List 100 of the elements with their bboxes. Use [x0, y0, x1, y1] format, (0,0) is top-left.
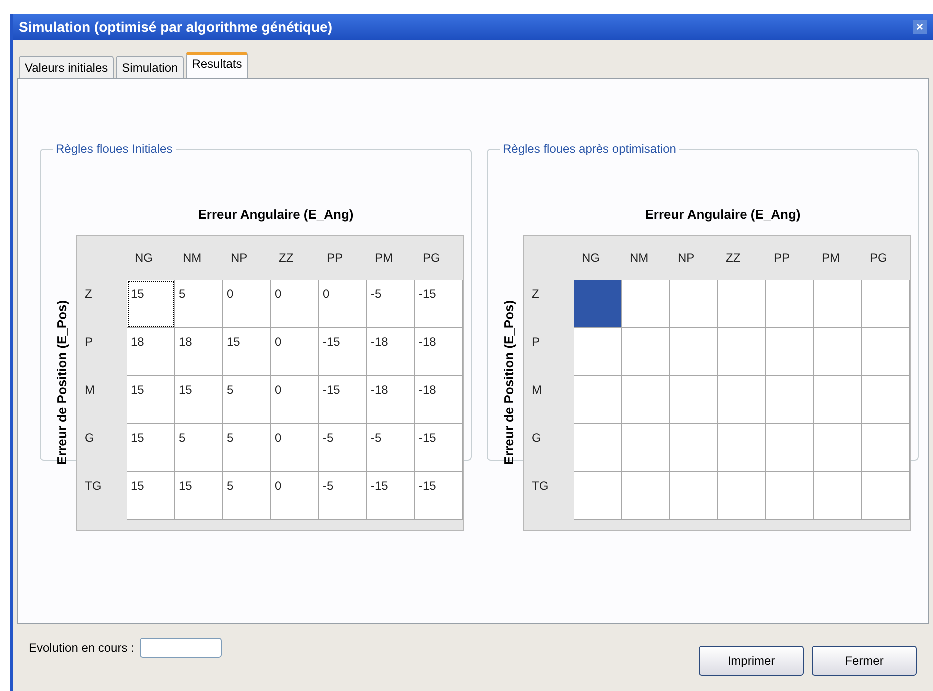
- table-cell[interactable]: [718, 280, 766, 328]
- table-cell[interactable]: [574, 472, 622, 520]
- table-cell[interactable]: [622, 424, 670, 472]
- table-cell[interactable]: -18: [367, 376, 415, 424]
- table-cell[interactable]: [718, 328, 766, 376]
- table-cell[interactable]: 5: [175, 424, 223, 472]
- table-cell[interactable]: [670, 376, 718, 424]
- table-cell[interactable]: 0: [271, 424, 319, 472]
- column-header: NM: [182, 250, 203, 266]
- table-cell[interactable]: 5: [223, 472, 271, 520]
- group-title: Règles floues Initiales: [53, 141, 176, 157]
- table-cell[interactable]: 15: [175, 472, 223, 520]
- row-header: TG: [84, 478, 103, 494]
- table-cell[interactable]: [766, 472, 814, 520]
- table-cell[interactable]: [622, 472, 670, 520]
- table-cell[interactable]: 0: [223, 280, 271, 328]
- table-cell[interactable]: 0: [271, 280, 319, 328]
- row-header: M: [84, 382, 96, 398]
- table-cell[interactable]: [766, 376, 814, 424]
- column-header: NG: [134, 250, 154, 266]
- axis-label: Erreur de Position (E_Pos): [500, 300, 518, 465]
- table-cell[interactable]: [862, 376, 910, 424]
- table-cell[interactable]: -15: [415, 424, 463, 472]
- table-cell[interactable]: [718, 424, 766, 472]
- row-header: P: [84, 334, 94, 350]
- table-cell[interactable]: [622, 280, 670, 328]
- column-header: PG: [422, 250, 442, 266]
- column-header: NP: [230, 250, 249, 266]
- table-cell[interactable]: [670, 280, 718, 328]
- table-cell[interactable]: [766, 424, 814, 472]
- table-cell[interactable]: -15: [367, 472, 415, 520]
- table-cell[interactable]: -15: [319, 328, 367, 376]
- status-label: Evolution en cours :: [29, 640, 134, 657]
- table-cell[interactable]: [574, 280, 622, 328]
- tab[interactable]: Valeurs initiales: [19, 56, 114, 78]
- table-cell[interactable]: [622, 376, 670, 424]
- table-cell[interactable]: 0: [271, 376, 319, 424]
- table-cell[interactable]: [670, 472, 718, 520]
- table-title: Erreur Angulaire (E_Ang): [198, 206, 354, 224]
- table-cell[interactable]: -18: [415, 376, 463, 424]
- table-cell[interactable]: 15: [175, 376, 223, 424]
- column-header: PG: [869, 250, 888, 266]
- table-cell[interactable]: [862, 472, 910, 520]
- table-cell[interactable]: -5: [319, 424, 367, 472]
- table-cell[interactable]: [862, 328, 910, 376]
- column-header: PM: [374, 250, 394, 266]
- row-header: G: [84, 430, 96, 446]
- table-cell[interactable]: 15: [127, 472, 175, 520]
- table-cell[interactable]: -15: [319, 376, 367, 424]
- table-cell[interactable]: [814, 424, 862, 472]
- table-cell[interactable]: [574, 328, 622, 376]
- row-header: M: [531, 382, 543, 398]
- column-header: NM: [629, 250, 650, 266]
- close-button[interactable]: ×: [913, 20, 927, 34]
- table-cell[interactable]: 5: [223, 376, 271, 424]
- table-cell[interactable]: [574, 424, 622, 472]
- progress-field[interactable]: [140, 638, 222, 658]
- table-cell[interactable]: [718, 472, 766, 520]
- group-title: Règles floues après optimisation: [500, 141, 680, 157]
- table-cell[interactable]: 15: [223, 328, 271, 376]
- table-cell[interactable]: -5: [367, 424, 415, 472]
- table-cell[interactable]: [814, 376, 862, 424]
- row-header: P: [531, 334, 542, 350]
- table-cell[interactable]: -5: [367, 280, 415, 328]
- tab[interactable]: Resultats: [186, 52, 248, 78]
- dialog-button[interactable]: Fermer: [812, 646, 917, 676]
- table-cell[interactable]: 18: [127, 328, 175, 376]
- table-cell[interactable]: [622, 328, 670, 376]
- column-header: ZZ: [278, 250, 295, 266]
- table-cell[interactable]: 5: [223, 424, 271, 472]
- table-cell[interactable]: 15: [127, 424, 175, 472]
- dialog-button[interactable]: Imprimer: [699, 646, 804, 676]
- table-cell[interactable]: [670, 424, 718, 472]
- table-cell[interactable]: 0: [271, 328, 319, 376]
- table-cell[interactable]: [814, 472, 862, 520]
- table-cell[interactable]: 15: [127, 376, 175, 424]
- table-cell[interactable]: -15: [415, 280, 463, 328]
- table-cell[interactable]: 15: [127, 280, 175, 328]
- table-cell[interactable]: -5: [319, 472, 367, 520]
- table-cell[interactable]: [766, 280, 814, 328]
- table-cell[interactable]: [670, 328, 718, 376]
- table-cell[interactable]: [862, 280, 910, 328]
- row-header: Z: [84, 286, 94, 302]
- table-cell[interactable]: 18: [175, 328, 223, 376]
- table-cell[interactable]: [718, 376, 766, 424]
- table-cell[interactable]: [766, 328, 814, 376]
- table-cell[interactable]: -18: [367, 328, 415, 376]
- table-cell[interactable]: [814, 328, 862, 376]
- table-cell[interactable]: -18: [415, 328, 463, 376]
- table-cell[interactable]: 0: [271, 472, 319, 520]
- table-cell[interactable]: 0: [319, 280, 367, 328]
- axis-label: Erreur de Position (E_Pos): [53, 300, 70, 465]
- column-header: PP: [326, 250, 344, 266]
- table-cell[interactable]: 5: [175, 280, 223, 328]
- tab[interactable]: Simulation: [116, 56, 184, 78]
- table-cell[interactable]: [574, 376, 622, 424]
- row-header: TG: [531, 478, 550, 494]
- table-cell[interactable]: [862, 424, 910, 472]
- table-cell[interactable]: [814, 280, 862, 328]
- table-cell[interactable]: -15: [415, 472, 463, 520]
